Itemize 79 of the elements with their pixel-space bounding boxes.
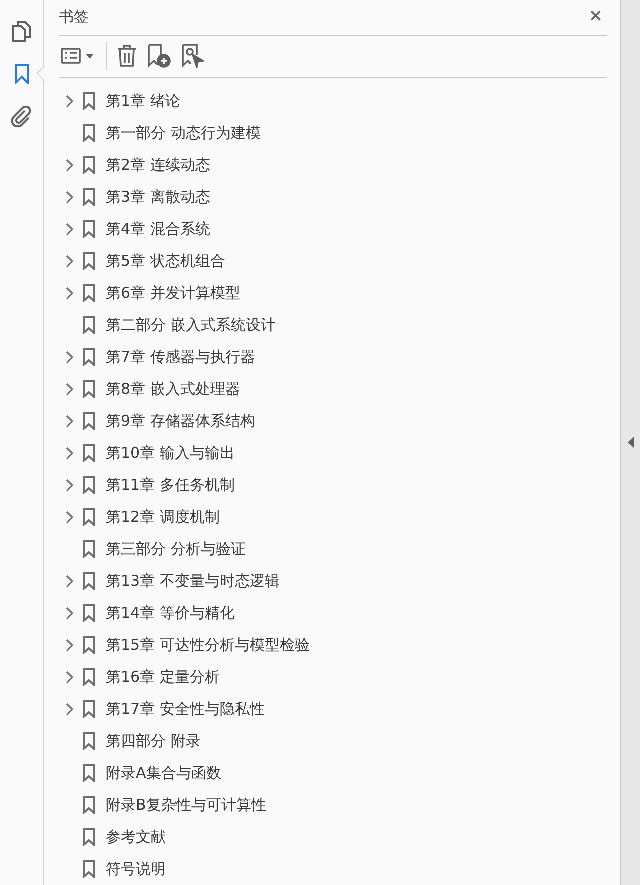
bookmark-icon xyxy=(83,700,95,718)
bookmark-icon xyxy=(83,476,95,494)
bookmark-item[interactable]: 第12章 调度机制 xyxy=(106,508,220,526)
bookmark-item[interactable]: 第7章 传感器与执行器 xyxy=(106,348,256,366)
bookmark-item[interactable]: 第13章 不变量与时态逻辑 xyxy=(106,572,280,590)
trash-icon[interactable] xyxy=(117,45,137,68)
expand-chevron-icon[interactable] xyxy=(66,670,74,684)
bookmark-item[interactable]: 第一部分 动态行为建模 xyxy=(106,124,261,142)
bookmark-icon xyxy=(83,316,95,334)
bookmark-icon xyxy=(83,732,95,750)
bookmark-item[interactable]: 第5章 状态机组合 xyxy=(106,252,226,270)
expand-chevron-icon[interactable] xyxy=(66,638,74,652)
bookmark-item[interactable]: 第15章 可达性分析与模型检验 xyxy=(106,636,310,654)
bookmark-item[interactable]: 第11章 多任务机制 xyxy=(106,476,235,494)
bookmark-icon xyxy=(83,188,95,206)
bookmark-item[interactable]: 第10章 输入与输出 xyxy=(106,444,235,462)
bookmark-icon xyxy=(83,220,95,238)
caret-icon[interactable] xyxy=(86,54,94,59)
bookmark-icon xyxy=(83,668,95,686)
pages-icon[interactable] xyxy=(12,20,32,42)
bookmark-item[interactable]: 参考文献 xyxy=(106,828,166,846)
bookmark-icon xyxy=(83,348,95,366)
expand-chevron-icon[interactable] xyxy=(66,478,74,492)
expand-chevron-icon[interactable] xyxy=(66,510,74,524)
bookmark-item[interactable]: 第8章 嵌入式处理器 xyxy=(106,380,240,398)
expand-chevron-icon[interactable] xyxy=(66,446,74,460)
paperclip-icon[interactable] xyxy=(10,106,32,128)
close-button[interactable]: ✕ xyxy=(584,8,607,26)
bookmark-item[interactable]: 第1章 绪论 xyxy=(106,92,180,110)
bookmark-item[interactable]: 第四部分 附录 xyxy=(106,732,201,750)
expand-chevron-icon[interactable] xyxy=(66,414,74,428)
expand-chevron-icon[interactable] xyxy=(66,606,74,620)
options-menu-button[interactable] xyxy=(59,46,96,66)
bookmark-item[interactable]: 第4章 混合系统 xyxy=(106,220,210,238)
bookmark-icon xyxy=(83,636,95,654)
expand-chevron-icon[interactable] xyxy=(66,190,74,204)
bookmark-icon xyxy=(83,92,95,110)
bookmark-icon[interactable] xyxy=(14,64,30,84)
expand-chevron-icon[interactable] xyxy=(66,574,74,588)
bookmark-item[interactable]: 附录A集合与函数 xyxy=(106,764,222,782)
bookmark-icon xyxy=(83,412,95,430)
expand-chevron-icon[interactable] xyxy=(66,222,74,236)
expand-chevron-icon[interactable] xyxy=(66,702,74,716)
bookmark-icon xyxy=(83,572,95,590)
bookmark-icon xyxy=(83,828,95,846)
expand-chevron-icon[interactable] xyxy=(66,382,74,396)
bookmark-item[interactable]: 第17章 安全性与隐私性 xyxy=(106,700,265,718)
expand-chevron-icon[interactable] xyxy=(66,286,74,300)
bookmark-icon xyxy=(83,124,95,142)
expand-chevron-icon[interactable] xyxy=(66,158,74,172)
bookmark-icon xyxy=(83,764,95,782)
expand-chevron-icon[interactable] xyxy=(66,94,74,108)
bookmark-icon xyxy=(83,508,95,526)
expand-chevron-icon[interactable] xyxy=(66,350,74,364)
bookmark-icon xyxy=(83,252,95,270)
bookmark-item[interactable]: 第2章 连续动态 xyxy=(106,156,210,174)
bookmark-icon xyxy=(83,796,95,814)
list-icon[interactable] xyxy=(61,48,81,64)
bookmark-item[interactable]: 第6章 并发计算模型 xyxy=(106,284,240,302)
bookmark-icon xyxy=(83,540,95,558)
bookmark-icon xyxy=(83,380,95,398)
bookmark-item[interactable]: 第14章 等价与精化 xyxy=(106,604,235,622)
expand-chevron-icon[interactable] xyxy=(66,254,74,268)
bookmark-icon xyxy=(83,860,95,878)
bookmark-item[interactable]: 第3章 离散动态 xyxy=(106,188,210,206)
bookmark-icon xyxy=(83,284,95,302)
bookmark-item[interactable]: 第9章 存储器体系结构 xyxy=(106,412,256,430)
bookmark-item[interactable]: 第二部分 嵌入式系统设计 xyxy=(106,316,276,334)
bookmark-pointer-icon[interactable] xyxy=(181,44,205,68)
bookmark-icon xyxy=(83,156,95,174)
new-bookmark-icon[interactable] xyxy=(147,44,171,68)
collapse-arrow-icon[interactable] xyxy=(628,437,634,448)
bookmark-item[interactable]: 第16章 定量分析 xyxy=(106,668,220,686)
bookmark-icon xyxy=(83,444,95,462)
bookmark-item[interactable]: 附录B复杂性与可计算性 xyxy=(106,796,266,814)
bookmark-icon xyxy=(83,604,95,622)
panel-title: 书签 xyxy=(59,8,89,27)
bookmark-item[interactable]: 符号说明 xyxy=(106,860,166,878)
bookmark-item[interactable]: 第三部分 分析与验证 xyxy=(106,540,246,558)
